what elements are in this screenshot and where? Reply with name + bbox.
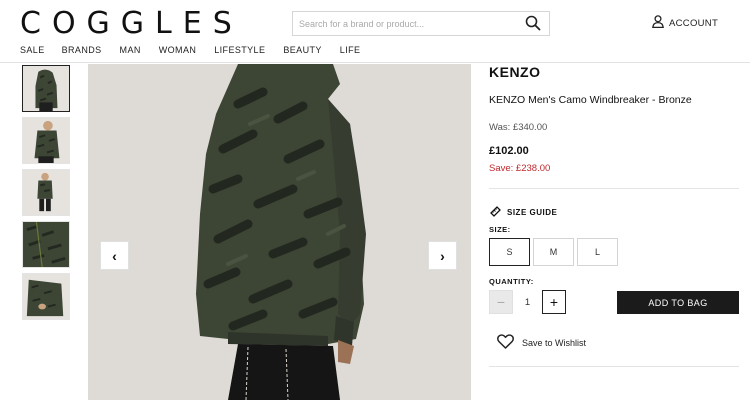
quantity-value[interactable]: 1 [513, 297, 542, 308]
nav-item-woman[interactable]: WOMAN [159, 45, 197, 55]
product-title: KENZO Men's Camo Windbreaker - Bronze [489, 94, 692, 106]
site-logo[interactable]: COGGLES [20, 6, 243, 41]
product-thumbnail-3[interactable] [22, 169, 70, 216]
size-label: SIZE: [489, 225, 511, 234]
size-option-m[interactable]: M [533, 238, 574, 266]
size-guide-label: SIZE GUIDE [507, 208, 558, 217]
product-thumbnail-2[interactable] [22, 117, 70, 164]
heart-icon [497, 334, 514, 351]
quantity-stepper: − 1 + [489, 290, 566, 314]
add-to-bag-button[interactable]: ADD TO BAG [617, 291, 739, 314]
ruler-tag-icon [489, 205, 502, 220]
divider [489, 188, 739, 189]
quantity-decrease-button[interactable]: − [489, 290, 513, 314]
product-brand[interactable]: KENZO [489, 64, 541, 80]
quantity-increase-button[interactable]: + [542, 290, 566, 314]
search-input[interactable] [299, 15, 519, 32]
save-to-wishlist-button[interactable]: Save to Wishlist [497, 334, 586, 351]
next-image-button[interactable]: › [428, 241, 457, 270]
product-thumbnail-4[interactable] [22, 221, 70, 268]
nav-item-beauty[interactable]: BEAUTY [283, 45, 321, 55]
product-thumbnail-1[interactable] [22, 65, 70, 112]
nav-item-sale[interactable]: SALE [20, 45, 45, 55]
size-option-l[interactable]: L [577, 238, 618, 266]
size-selector: S M L [489, 238, 618, 266]
size-option-s[interactable]: S [489, 238, 530, 266]
current-price: £102.00 [489, 145, 529, 157]
user-icon [652, 15, 664, 31]
divider [489, 366, 739, 367]
was-price: Was: £340.00 [489, 122, 548, 133]
quantity-label: QUANTITY: [489, 277, 534, 286]
wishlist-label: Save to Wishlist [522, 337, 587, 348]
jacket-photo [88, 64, 471, 400]
search-box[interactable] [292, 11, 550, 36]
nav-item-man[interactable]: MAN [120, 45, 141, 55]
prev-image-button[interactable]: ‹ [100, 241, 129, 270]
savings-text: Save: £238.00 [489, 163, 551, 174]
nav-item-life[interactable]: LIFE [340, 45, 361, 55]
search-icon[interactable] [525, 15, 541, 31]
account-label: ACCOUNT [669, 17, 719, 29]
nav-item-lifestyle[interactable]: LIFESTYLE [214, 45, 265, 55]
site-header: COGGLES ACCOUNT SALE BRANDS MAN WOMAN LI… [0, 0, 750, 63]
size-guide-link[interactable]: SIZE GUIDE [489, 205, 557, 220]
account-link[interactable]: ACCOUNT [652, 15, 719, 31]
product-thumbnail-5[interactable] [22, 273, 70, 320]
main-product-image[interactable] [88, 64, 471, 400]
main-nav: SALE BRANDS MAN WOMAN LIFESTYLE BEAUTY L… [20, 45, 378, 55]
nav-item-brands[interactable]: BRANDS [62, 45, 102, 55]
